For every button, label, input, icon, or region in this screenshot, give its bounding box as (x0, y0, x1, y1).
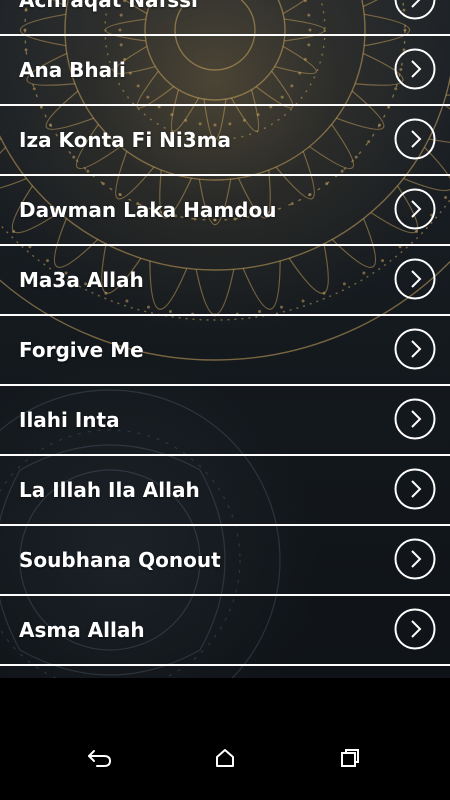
back-icon (88, 750, 112, 767)
system-nav-bar (0, 678, 450, 800)
nav-back-button[interactable] (80, 738, 120, 778)
song-title: Ma3a Allah (19, 268, 144, 292)
chevron-right-circle-icon (394, 538, 436, 580)
list-item[interactable]: Soubhana Qonout (0, 526, 450, 596)
song-list-screen: Achraqat Nafssi Ana Bhali Iza Konta Fi N… (0, 0, 450, 678)
list-item[interactable]: Iza Konta Fi Ni3ma (0, 106, 450, 176)
song-title: Ana Bhali (19, 58, 126, 82)
list-item[interactable]: Ana Bhali (0, 36, 450, 106)
list-item[interactable]: Forgive Me (0, 316, 450, 386)
nav-home-button[interactable] (205, 738, 245, 778)
chevron-right-circle-icon (394, 188, 436, 230)
list-item[interactable]: Ilahi Inta (0, 386, 450, 456)
song-title: Ilahi Inta (19, 408, 120, 432)
song-list: Achraqat Nafssi Ana Bhali Iza Konta Fi N… (0, 0, 450, 666)
chevron-right-circle-icon (394, 398, 436, 440)
song-title: Soubhana Qonout (19, 548, 221, 572)
song-title: Forgive Me (19, 338, 144, 362)
nav-recents-button[interactable] (330, 738, 370, 778)
song-title: Iza Konta Fi Ni3ma (19, 128, 232, 152)
chevron-right-circle-icon (394, 0, 436, 20)
chevron-right-circle-icon (394, 328, 436, 370)
chevron-right-circle-icon (394, 48, 436, 90)
list-item[interactable]: Asma Allah (0, 596, 450, 666)
recents-icon (341, 749, 359, 767)
chevron-right-circle-icon (394, 118, 436, 160)
list-item[interactable]: Dawman Laka Hamdou (0, 176, 450, 246)
chevron-right-circle-icon (394, 258, 436, 300)
song-title: Achraqat Nafssi (19, 0, 198, 12)
list-item[interactable]: Ma3a Allah (0, 246, 450, 316)
list-item[interactable]: Achraqat Nafssi (0, 0, 450, 36)
chevron-right-circle-icon (394, 608, 436, 650)
app-screen: Achraqat Nafssi Ana Bhali Iza Konta Fi N… (0, 0, 450, 800)
song-title: La Illah Ila Allah (19, 478, 200, 502)
list-item[interactable]: La Illah Ila Allah (0, 456, 450, 526)
home-icon (216, 749, 234, 767)
song-title: Asma Allah (19, 618, 145, 642)
song-title: Dawman Laka Hamdou (19, 198, 277, 222)
chevron-right-circle-icon (394, 468, 436, 510)
